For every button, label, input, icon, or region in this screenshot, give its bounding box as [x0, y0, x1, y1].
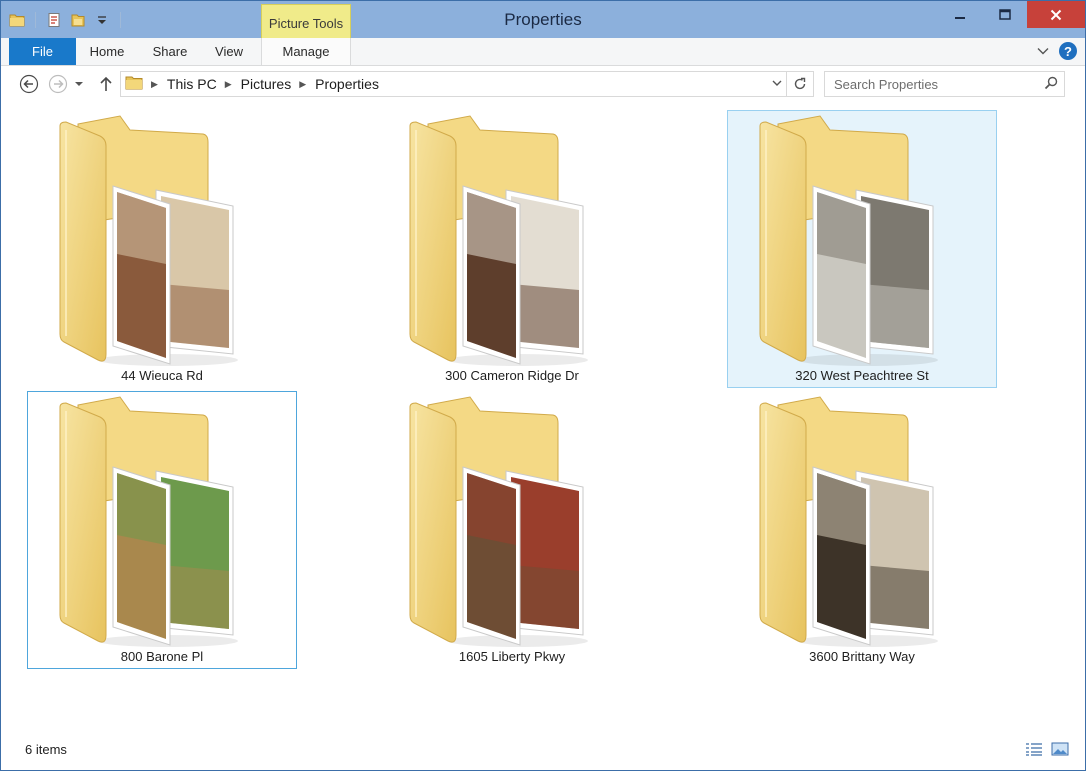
folder-item[interactable]: 44 Wieuca Rd	[27, 110, 297, 388]
ribbon-right-controls: ?	[1037, 42, 1077, 60]
folder-icon	[59, 115, 238, 366]
close-icon[interactable]	[1027, 1, 1085, 28]
tab-view[interactable]: View	[206, 38, 252, 65]
tab-home[interactable]: Home	[83, 38, 131, 65]
forward-icon[interactable]	[47, 73, 69, 95]
window-controls	[937, 1, 1085, 28]
location-folder-icon	[125, 75, 143, 94]
expand-ribbon-icon[interactable]	[1037, 44, 1049, 59]
window-title: Properties	[504, 10, 582, 29]
folder-icon	[759, 115, 938, 366]
folder-name: 320 West Peachtree St	[795, 368, 929, 383]
help-icon[interactable]: ?	[1059, 42, 1077, 60]
large-icons-view-icon[interactable]	[1051, 741, 1069, 757]
address-bar[interactable]: ▶ This PC ▶ Pictures ▶ Properties	[120, 71, 814, 97]
folder-icon	[59, 396, 238, 647]
breadcrumb-separator-icon[interactable]: ▶	[299, 79, 306, 90]
folder-icon	[759, 396, 938, 647]
breadcrumb-this-pc[interactable]: This PC	[167, 76, 217, 92]
refresh-icon[interactable]	[786, 72, 813, 96]
search-box[interactable]	[824, 71, 1065, 97]
address-history-dropdown-icon[interactable]	[771, 76, 783, 93]
breadcrumb: ▶ This PC ▶ Pictures ▶ Properties	[125, 72, 379, 96]
back-icon[interactable]	[18, 73, 40, 95]
breadcrumb-properties[interactable]: Properties	[315, 76, 379, 92]
folder-item[interactable]: 1605 Liberty Pkwy	[377, 391, 647, 669]
details-view-icon[interactable]	[1025, 741, 1043, 757]
folder-name: 3600 Brittany Way	[809, 649, 915, 664]
folder-name: 1605 Liberty Pkwy	[458, 649, 566, 664]
up-icon[interactable]	[95, 73, 117, 95]
ribbon-tabs: File Home Share View Manage ?	[1, 38, 1085, 66]
breadcrumb-separator-icon[interactable]: ▶	[225, 79, 232, 90]
search-icon[interactable]	[1044, 76, 1058, 93]
search-input[interactable]	[825, 72, 1041, 96]
folder-item[interactable]: 300 Cameron Ridge Dr	[377, 110, 647, 388]
minimize-icon[interactable]	[937, 1, 982, 28]
folder-icon	[409, 115, 588, 366]
folder-name: 300 Cameron Ridge Dr	[445, 368, 579, 383]
explorer-window: Picture Tools Properties File Home Share…	[0, 0, 1086, 771]
file-view: 44 Wieuca Rd 300 Cameron Ridge Dr 320 We…	[1, 101, 1085, 734]
breadcrumb-pictures[interactable]: Pictures	[241, 76, 292, 92]
tab-file[interactable]: File	[9, 38, 76, 65]
breadcrumb-separator-icon[interactable]: ▶	[151, 79, 158, 90]
tab-manage[interactable]: Manage	[261, 38, 351, 65]
view-switcher	[1025, 741, 1069, 757]
folder-name: 800 Barone Pl	[120, 649, 204, 664]
folder-item[interactable]: 320 West Peachtree St	[727, 110, 997, 388]
folder-icon	[409, 396, 588, 647]
folder-item[interactable]: 800 Barone Pl	[27, 391, 297, 669]
title-bar: Picture Tools Properties	[1, 1, 1085, 39]
maximize-icon[interactable]	[982, 1, 1027, 28]
recent-locations-icon[interactable]	[72, 73, 86, 95]
tab-share[interactable]: Share	[145, 38, 195, 65]
status-bar: 6 items	[1, 734, 1085, 770]
item-count: 6 items	[25, 742, 67, 757]
navigation-bar: ▶ This PC ▶ Pictures ▶ Properties	[1, 66, 1085, 101]
folder-name: 44 Wieuca Rd	[121, 368, 203, 383]
folder-item[interactable]: 3600 Brittany Way	[727, 391, 997, 669]
